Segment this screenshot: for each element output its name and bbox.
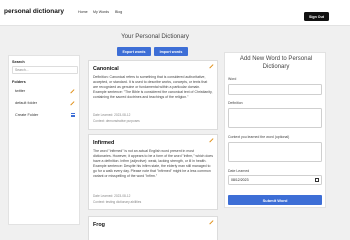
date-learned: Date Learned: 2023-08-12 <box>93 194 131 198</box>
context-textarea[interactable] <box>228 142 322 162</box>
date-input[interactable]: 08/12/2023 <box>228 175 322 185</box>
word-title: Frog <box>93 222 105 228</box>
calendar-icon[interactable] <box>315 178 319 183</box>
folder-name: Create Folder <box>15 113 39 117</box>
create-folder-item[interactable]: Create Folder <box>12 110 82 120</box>
word-context: Context: demonstrative purposes <box>93 119 140 123</box>
add-word-form: Add New Word to Personal Dictionary Word… <box>224 52 326 208</box>
form-title: Add New Word to Personal Dictionary <box>239 56 313 70</box>
folders-label: Folders <box>12 80 26 84</box>
folder-name: twitter <box>15 89 26 93</box>
date-value: 08/12/2023 <box>231 178 249 182</box>
list-icon[interactable] <box>71 113 75 117</box>
search-input[interactable]: Search... <box>12 66 78 74</box>
word-label: Word <box>228 77 237 81</box>
sidebar: Search Search... Folders twitter default… <box>8 55 80 225</box>
definition-label: Definition <box>228 101 243 105</box>
page-title: Your Personal Dictionary <box>121 33 189 40</box>
word-title: Infirmed <box>93 140 115 146</box>
edit-word-icon[interactable] <box>210 138 214 142</box>
word-input[interactable] <box>228 84 322 95</box>
edit-word-icon[interactable] <box>210 64 214 68</box>
date-learned: Date Learned: 2023-08-12 <box>93 113 131 117</box>
word-card: Canonical Definition: Canonical refers t… <box>88 60 218 130</box>
import-words-button[interactable]: Import words <box>154 47 188 56</box>
word-card: Frog <box>88 216 218 240</box>
nav-my-words-link[interactable]: My Words <box>93 10 109 14</box>
word-definition: The word "infirmed" is not an actual Eng… <box>93 149 213 178</box>
sign-out-button[interactable]: Sign Out <box>304 12 329 21</box>
definition-textarea[interactable] <box>228 108 322 128</box>
nav-home-link[interactable]: Home <box>78 10 88 14</box>
export-words-button[interactable]: Export words <box>117 47 151 56</box>
word-card: Infirmed The word "infirmed" is not an a… <box>88 134 218 210</box>
word-title: Canonical <box>93 66 119 72</box>
top-nav-bar: personal dictionary Home My Words Blog S… <box>0 0 350 26</box>
folder-name: default folder <box>15 101 37 105</box>
nav-blog-link[interactable]: Blog <box>115 10 122 14</box>
edit-word-icon[interactable] <box>210 220 214 224</box>
pencil-icon[interactable] <box>71 101 75 105</box>
search-label: Search <box>12 60 25 64</box>
pencil-icon[interactable] <box>71 89 75 93</box>
context-label: Context you learned the word (optional) <box>228 135 290 139</box>
brand-logo[interactable]: personal dictionary <box>4 8 64 15</box>
submit-word-button[interactable]: Submit Word <box>228 195 322 205</box>
date-label: Date Learned <box>228 169 250 173</box>
word-context: Context: testing dictionary abilities <box>93 200 142 204</box>
folder-item-default[interactable]: default folder <box>12 98 82 108</box>
word-definition: Definition: Canonical refers to somethin… <box>93 75 213 99</box>
folder-item-twitter[interactable]: twitter <box>12 86 82 96</box>
